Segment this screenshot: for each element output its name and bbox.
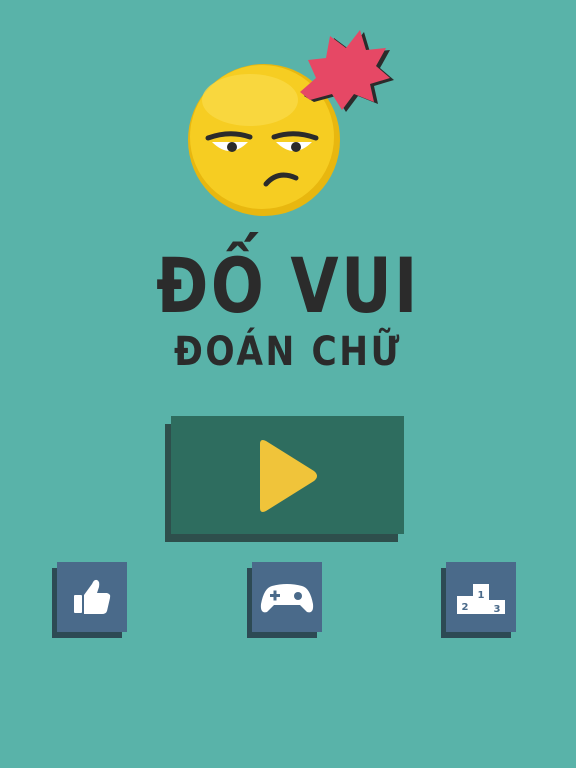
games-button[interactable] <box>252 562 322 632</box>
play-button[interactable] <box>171 416 404 534</box>
podium-rank-2: 2 <box>462 602 469 613</box>
game-subtitle: ĐOÁN CHỮ <box>174 329 402 375</box>
leaderboard-button[interactable]: 2 1 3 <box>446 562 516 632</box>
main-menu-screen: ĐỐ VUI ĐOÁN CHỮ 2 1 3 <box>0 0 576 768</box>
thumbs-up-icon <box>74 579 111 614</box>
podium-rank-1: 1 <box>478 590 485 601</box>
play-icon <box>260 440 317 512</box>
grumpy-emoji-mascot <box>188 30 394 216</box>
gamepad-icon <box>260 584 314 613</box>
podium-icon: 2 1 3 <box>457 584 505 615</box>
like-button[interactable] <box>57 562 127 632</box>
game-title: ĐỐ VUI <box>156 241 420 330</box>
podium-rank-3: 3 <box>494 604 501 615</box>
angry-burst-icon <box>300 30 394 112</box>
